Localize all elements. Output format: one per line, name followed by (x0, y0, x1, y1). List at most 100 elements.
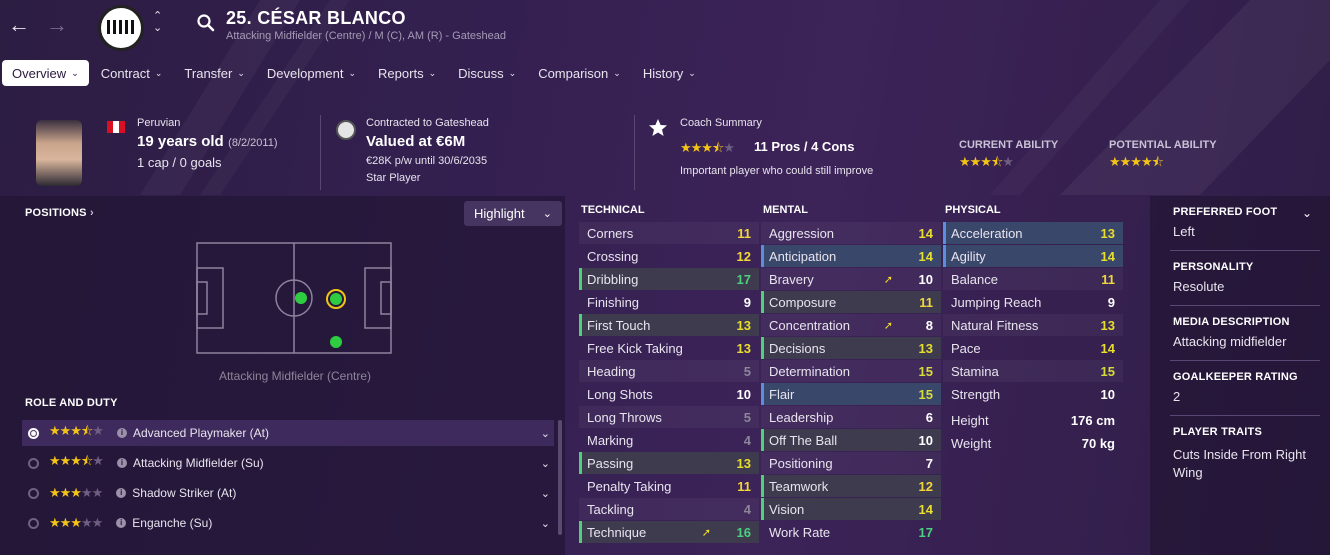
preferred-foot-label: PREFERRED FOOT (1173, 206, 1278, 218)
attribute-row[interactable]: Technique ➚ 16 (579, 521, 759, 543)
attribute-value: 17 (736, 271, 751, 287)
attribute-row[interactable]: Leadership 6 (761, 406, 941, 428)
attribute-row[interactable]: Marking 4 (579, 429, 759, 451)
attribute-row[interactable]: Off The Ball 10 (761, 429, 941, 451)
role-list-scrollbar[interactable] (558, 420, 562, 535)
attribute-row[interactable]: Concentration ➚ 8 (761, 314, 941, 336)
tab-development[interactable]: Development ⌄ (257, 60, 366, 86)
tab-comparison[interactable]: Comparison ⌄ (528, 60, 631, 86)
chevron-down-icon[interactable]: ⌄ (541, 487, 550, 500)
attribute-row[interactable]: Anticipation 14 (761, 245, 941, 267)
attribute-value: 13 (736, 317, 751, 333)
attribute-row[interactable]: Finishing 9 (579, 291, 759, 313)
attribute-row[interactable]: Determination 15 (761, 360, 941, 382)
search-icon[interactable] (196, 13, 216, 33)
attribute-row[interactable]: Long Throws 5 (579, 406, 759, 428)
attribute-row[interactable]: Tackling 4 (579, 498, 759, 520)
role-row[interactable]: ★★★⯪★ i Advanced Playmaker (At) ⌄ (22, 420, 554, 446)
attribute-row[interactable]: Flair 15 (761, 383, 941, 405)
attribute-name: Agility (951, 248, 986, 264)
info-icon[interactable]: i (116, 458, 127, 468)
chevron-down-icon[interactable]: ⌄ (1302, 206, 1312, 220)
player-traits-label: PLAYER TRAITS (1173, 426, 1262, 438)
radio-button[interactable] (28, 487, 39, 499)
tab-bar: Overview ⌄ Contract ⌄ Transfer ⌄ Developmen… (0, 60, 708, 86)
attribute-row[interactable]: Passing 13 (579, 452, 759, 474)
attribute-name: First Touch (587, 317, 651, 333)
attribute-row[interactable]: Bravery ➚ 10 (761, 268, 941, 290)
star-icon (649, 119, 667, 136)
attribute-row[interactable]: Free Kick Taking 13 (579, 337, 759, 359)
attribute-name: Stamina (951, 363, 999, 379)
attribute-row[interactable]: Decisions 13 (761, 337, 941, 359)
profile-panel: PREFERRED FOOT ⌄ Left PERSONALITY Resolu… (1150, 196, 1330, 555)
attribute-name: Passing (587, 455, 634, 471)
attribute-row[interactable]: Jumping Reach 9 (943, 291, 1123, 313)
attribute-row[interactable]: Stamina 15 (943, 360, 1123, 382)
attribute-name: Flair (769, 386, 795, 402)
chevron-down-icon[interactable]: ⌄ (541, 427, 550, 440)
attribute-row[interactable]: Pace 14 (943, 337, 1123, 359)
radio-button[interactable] (28, 517, 39, 529)
divider (1170, 360, 1320, 361)
attribute-value: 15 (1100, 363, 1115, 379)
radio-button[interactable] (28, 427, 39, 439)
role-duty-header: ROLE AND DUTY (25, 397, 118, 409)
attribute-value: 13 (736, 455, 751, 471)
tab-discuss[interactable]: Discuss ⌄ (448, 60, 526, 86)
trend-up-icon: ➚ (883, 319, 893, 332)
info-icon[interactable]: i (116, 518, 127, 528)
tab-label: Contract (100, 65, 150, 81)
attribute-row[interactable]: Work Rate 17 (761, 521, 941, 543)
player-scroll-control[interactable]: ⌃ ⌄ (153, 10, 162, 34)
chevron-down-icon[interactable]: ⌄ (541, 517, 550, 530)
tab-reports[interactable]: Reports ⌄ (368, 60, 446, 86)
forward-arrow-icon[interactable]: → (46, 12, 68, 38)
role-row[interactable]: ★★★★★ i Enganche (Su) ⌄ (22, 510, 554, 536)
back-arrow-icon[interactable]: ← (8, 12, 30, 38)
attribute-row[interactable]: Acceleration 13 (943, 222, 1123, 244)
attribute-row[interactable]: Positioning 7 (761, 452, 941, 474)
role-row[interactable]: ★★★★★ i Shadow Striker (At) ⌄ (22, 480, 554, 506)
attribute-row[interactable]: Balance 11 (943, 268, 1123, 290)
tab-history[interactable]: History ⌄ (633, 60, 706, 86)
attribute-value: 9 (743, 294, 751, 310)
radio-button[interactable] (28, 457, 39, 469)
attribute-row[interactable]: Strength 10 (943, 383, 1123, 405)
info-icon[interactable]: i (116, 428, 127, 438)
chevron-down-icon[interactable]: ⌄ (153, 22, 162, 34)
attribute-row[interactable]: Aggression 14 (761, 222, 941, 244)
positions-header[interactable]: POSITIONS › (25, 207, 94, 219)
attribute-row[interactable]: Vision 14 (761, 498, 941, 520)
info-icon[interactable]: i (116, 488, 127, 498)
attribute-row[interactable]: Corners 11 (579, 222, 759, 244)
tab-transfer[interactable]: Transfer ⌄ (174, 60, 254, 86)
chevron-down-icon[interactable]: ⌄ (541, 457, 550, 470)
position-dot-mc (295, 292, 307, 304)
attribute-row[interactable]: First Touch 13 (579, 314, 759, 336)
attribute-row[interactable]: Long Shots 10 (579, 383, 759, 405)
attribute-row[interactable]: Crossing 12 (579, 245, 759, 267)
peru-flag-icon (107, 121, 125, 133)
attribute-row[interactable]: Composure 11 (761, 291, 941, 313)
tab-contract[interactable]: Contract ⌄ (91, 60, 173, 86)
chevron-up-icon[interactable]: ⌃ (153, 10, 162, 22)
attribute-value: 11 (737, 225, 751, 241)
position-dot-amr (330, 336, 342, 348)
attribute-row[interactable]: Dribbling 17 (579, 268, 759, 290)
tab-overview[interactable]: Overview ⌄ (2, 60, 89, 86)
attribute-value: 13 (736, 340, 751, 356)
highlight-dropdown[interactable]: Highlight ⌄ (464, 201, 562, 226)
role-row[interactable]: ★★★⯪★ i Attacking Midfielder (Su) ⌄ (22, 450, 554, 476)
chevron-down-icon: ⌄ (428, 67, 437, 78)
tab-label: History (642, 65, 684, 81)
attribute-row[interactable]: Teamwork 12 (761, 475, 941, 497)
attribute-row[interactable]: Natural Fitness 13 (943, 314, 1123, 336)
attribute-row[interactable]: Agility 14 (943, 245, 1123, 267)
role-stars: ★★★★★ (49, 515, 103, 530)
role-name: Attacking Midfielder (Su) (132, 456, 264, 470)
attribute-value: 13 (918, 340, 933, 356)
attribute-row[interactable]: Heading 5 (579, 360, 759, 382)
attribute-name: Finishing (587, 294, 640, 310)
attribute-row[interactable]: Penalty Taking 11 (579, 475, 759, 497)
